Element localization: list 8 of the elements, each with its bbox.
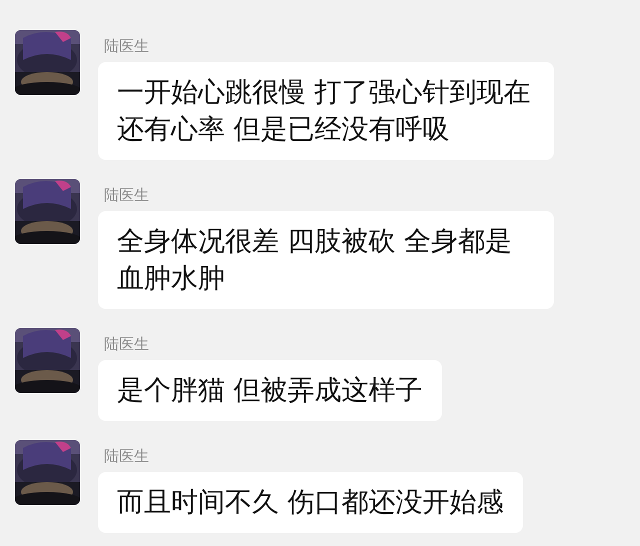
sender-name: 陆医生 <box>103 447 149 465</box>
message-bubble: 全身体况很差 四肢被砍 全身都是血肿水肿 <box>98 211 554 309</box>
message-bubble: 一开始心跳很慢 打了强心针到现在还有心率 但是已经没有呼吸 <box>98 62 554 160</box>
sender-name: 陆医生 <box>103 37 149 55</box>
message-bubble: 是个胖猫 但被弄成这样子 <box>98 360 442 421</box>
sender-name: 陆医生 <box>103 335 149 353</box>
sender-name: 陆医生 <box>103 186 149 204</box>
message-bubble: 而且时间不久 伤口都还没开始感 <box>98 472 523 533</box>
